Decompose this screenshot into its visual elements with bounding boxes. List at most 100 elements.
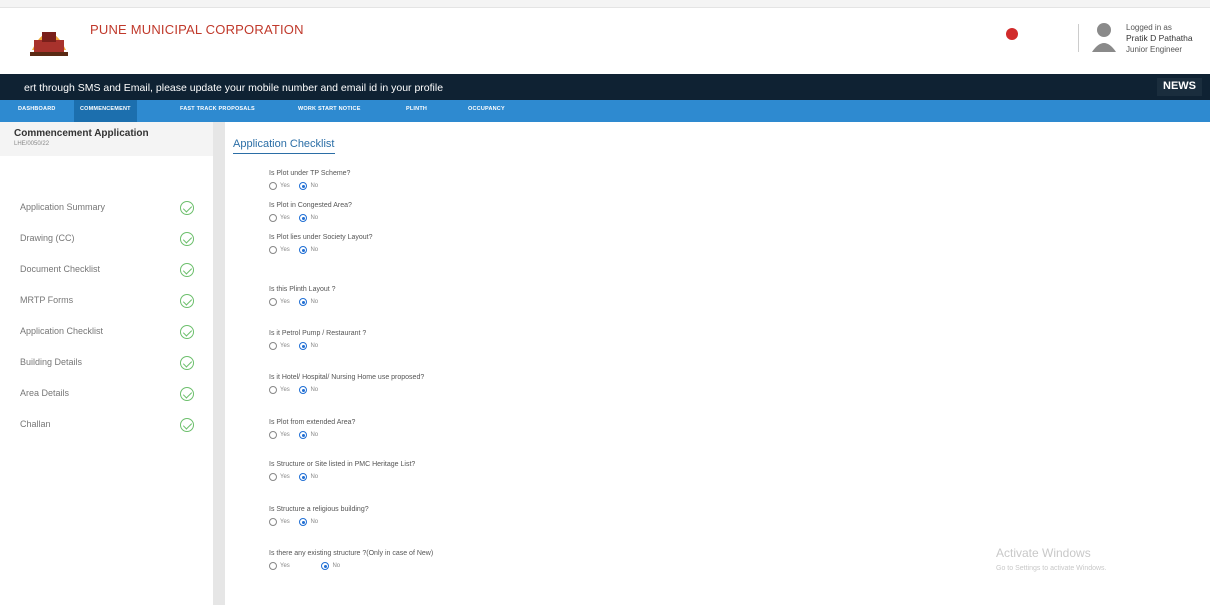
user-role: Junior Engineer (1126, 45, 1183, 54)
user-avatar-icon[interactable] (1090, 20, 1118, 54)
header-divider (1078, 24, 1079, 52)
question-label: Is Structure a religious building? (269, 506, 369, 513)
radio-no[interactable]: No (299, 431, 318, 439)
answer-radio-group: Yes No (269, 473, 326, 483)
nav-dashboard[interactable]: DASHBOARD (18, 106, 56, 112)
radio-no-label: No (310, 474, 319, 480)
radio-selected-icon (299, 386, 308, 394)
radio-no[interactable]: No (321, 562, 340, 570)
application-sidebar: Commencement Application LHE/0050/22 App… (0, 122, 213, 605)
radio-yes-label: Yes (280, 474, 290, 480)
radio-no[interactable]: No (299, 518, 318, 526)
check-circle-icon (180, 263, 194, 277)
activation-watermark-subtitle: Go to Settings to activate Windows. (996, 565, 1107, 572)
radio-no[interactable]: No (299, 386, 318, 394)
check-circle-icon (180, 201, 194, 215)
radio-yes[interactable]: Yes (269, 386, 290, 394)
answer-radio-group: Yes No (269, 182, 326, 192)
check-circle-icon (180, 418, 194, 432)
radio-yes[interactable]: Yes (269, 518, 290, 526)
answer-radio-group: Yes No (269, 431, 326, 441)
radio-yes[interactable]: Yes (269, 182, 290, 190)
sidebar-item-building-details[interactable]: Building Details (20, 357, 82, 367)
org-title[interactable]: PUNE MUNICIPAL CORPORATION (90, 22, 304, 37)
news-button[interactable]: NEWS (1157, 78, 1202, 96)
radio-no-label: No (310, 215, 319, 221)
radio-unselected-icon (269, 182, 277, 190)
nav-plinth[interactable]: PLINTH (406, 106, 427, 112)
radio-yes[interactable]: Yes (269, 562, 290, 570)
radio-no-label: No (310, 299, 319, 305)
user-info[interactable]: Logged in as Pratik D Pathatha Junior En… (1126, 22, 1193, 55)
sidebar-item-challan[interactable]: Challan (20, 419, 51, 429)
radio-selected-icon (299, 431, 308, 439)
checklist-panel: Application Checklist Is Plot under TP S… (225, 122, 1210, 605)
app-header: PUNE MUNICIPAL CORPORATION Logged in as … (0, 8, 1210, 74)
sidebar-item-application-checklist[interactable]: Application Checklist (20, 326, 103, 336)
radio-selected-icon (299, 182, 308, 190)
radio-unselected-icon (269, 562, 277, 570)
radio-no-label: No (332, 563, 341, 569)
question-label: Is Structure or Site listed in PMC Herit… (269, 461, 416, 468)
sidebar-header: Commencement Application LHE/0050/22 (0, 122, 213, 156)
radio-unselected-icon (269, 473, 277, 481)
nav-fast-track-proposals[interactable]: FAST TRACK PROPOSALS (180, 106, 255, 112)
answer-radio-group: Yes No (269, 246, 326, 256)
radio-no-label: No (310, 343, 319, 349)
window-top-strip (0, 0, 1210, 8)
logged-in-label: Logged in as (1126, 23, 1172, 32)
radio-no[interactable]: No (299, 473, 318, 481)
check-circle-icon (180, 325, 194, 339)
radio-selected-icon (299, 473, 308, 481)
radio-yes-label: Yes (280, 247, 290, 253)
sidebar-item-application-summary[interactable]: Application Summary (20, 202, 105, 212)
nav-work-start-notice[interactable]: WORK START NOTICE (298, 106, 361, 112)
question-label: Is this Plinth Layout ? (269, 286, 336, 293)
check-circle-icon (180, 294, 194, 308)
radio-yes[interactable]: Yes (269, 298, 290, 306)
question-label: Is there any existing structure ?(Only i… (269, 550, 434, 557)
radio-unselected-icon (269, 298, 277, 306)
radio-unselected-icon (269, 246, 277, 254)
sidebar-item-mrtp-forms[interactable]: MRTP Forms (20, 295, 73, 305)
radio-unselected-icon (269, 518, 277, 526)
radio-no-label: No (310, 519, 319, 525)
section-title: Application Checklist (233, 138, 335, 154)
radio-selected-icon (299, 246, 308, 254)
radio-no[interactable]: No (299, 182, 318, 190)
radio-yes[interactable]: Yes (269, 431, 290, 439)
radio-yes-label: Yes (280, 183, 290, 189)
notification-icon[interactable] (1006, 28, 1018, 40)
sidebar-item-drawing[interactable]: Drawing (CC) (20, 233, 75, 243)
radio-yes[interactable]: Yes (269, 214, 290, 222)
radio-no[interactable]: No (299, 214, 318, 222)
radio-no[interactable]: No (299, 298, 318, 306)
radio-yes-label: Yes (280, 215, 290, 221)
radio-no[interactable]: No (299, 246, 318, 254)
main-nav: DASHBOARD COMMENCEMENT FAST TRACK PROPOS… (0, 100, 1210, 122)
radio-no[interactable]: No (299, 342, 318, 350)
radio-selected-icon (299, 342, 308, 350)
radio-selected-icon (299, 298, 308, 306)
question-label: Is it Hotel/ Hospital/ Nursing Home use … (269, 374, 425, 381)
nav-commencement[interactable]: COMMENCEMENT (74, 100, 137, 122)
sidebar-divider (213, 122, 225, 605)
radio-yes[interactable]: Yes (269, 246, 290, 254)
radio-yes-label: Yes (280, 299, 290, 305)
nav-occupancy[interactable]: OCCUPANCY (468, 106, 505, 112)
radio-unselected-icon (269, 214, 277, 222)
answer-radio-group: Yes No (269, 562, 348, 572)
radio-yes[interactable]: Yes (269, 473, 290, 481)
question-label: Is Plot lies under Society Layout? (269, 234, 373, 241)
answer-radio-group: Yes No (269, 298, 326, 308)
radio-selected-icon (299, 518, 308, 526)
sidebar-title: Commencement Application (14, 128, 149, 139)
sidebar-item-document-checklist[interactable]: Document Checklist (20, 264, 100, 274)
radio-selected-icon (299, 214, 308, 222)
answer-radio-group: Yes No (269, 342, 326, 352)
radio-no-label: No (310, 247, 319, 253)
question-label: Is it Petrol Pump / Restaurant ? (269, 330, 367, 337)
sidebar-item-area-details[interactable]: Area Details (20, 388, 69, 398)
radio-yes-label: Yes (280, 343, 290, 349)
radio-yes[interactable]: Yes (269, 342, 290, 350)
